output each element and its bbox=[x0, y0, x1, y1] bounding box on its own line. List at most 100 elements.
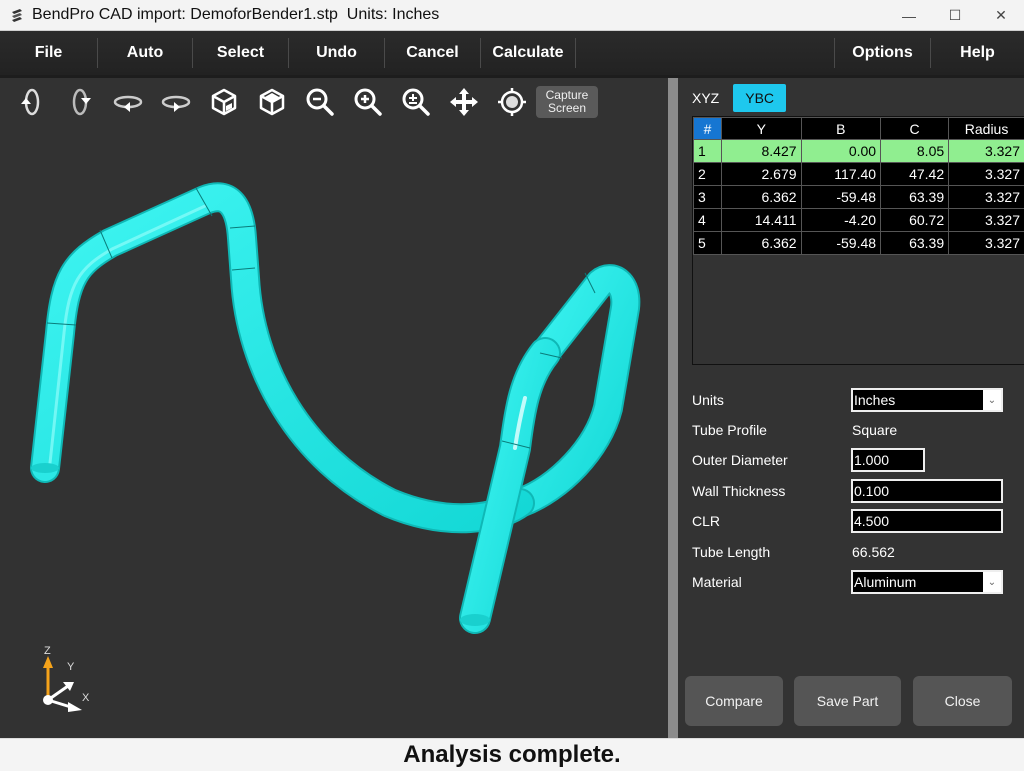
minimize-button[interactable]: — bbox=[886, 0, 932, 31]
menu-select[interactable]: Select bbox=[193, 31, 288, 75]
rotate-x-cw-icon bbox=[72, 88, 91, 116]
wall-thickness-input[interactable] bbox=[854, 483, 1001, 499]
column-header-radius[interactable]: Radius bbox=[948, 117, 1024, 140]
rotate-z-cw-icon bbox=[161, 95, 191, 112]
zoom-fit-button[interactable] bbox=[392, 84, 440, 120]
clr-field[interactable] bbox=[851, 509, 1003, 533]
3d-viewport[interactable]: Capture Screen Z Y X bbox=[0, 78, 668, 738]
center-view-icon bbox=[498, 88, 526, 116]
wall-thickness-field[interactable] bbox=[851, 479, 1003, 503]
cell-index[interactable]: 3 bbox=[693, 185, 722, 209]
rotate-x-ccw-button[interactable] bbox=[8, 84, 56, 120]
close-button[interactable]: Close bbox=[913, 676, 1012, 726]
rotate-x-cw-button[interactable] bbox=[56, 84, 104, 120]
units-value: Inches bbox=[854, 392, 896, 408]
outer-diameter-label: Outer Diameter bbox=[692, 452, 788, 468]
chevron-down-icon: ⌄ bbox=[983, 390, 1001, 410]
capture-label-line2: Screen bbox=[547, 101, 587, 115]
clr-input[interactable] bbox=[854, 513, 1001, 529]
cell-b[interactable]: -59.48 bbox=[800, 231, 882, 255]
cell-b[interactable]: -4.20 bbox=[800, 208, 882, 232]
menu-auto[interactable]: Auto bbox=[98, 31, 192, 75]
cell-index[interactable]: 5 bbox=[693, 231, 722, 255]
status-message: Analysis complete. bbox=[403, 741, 621, 768]
close-icon: ✕ bbox=[995, 7, 1007, 23]
clr-row: CLR bbox=[692, 509, 1012, 533]
zoom-in-button[interactable] bbox=[344, 84, 392, 120]
units-select[interactable]: Inches ⌄ bbox=[851, 388, 1003, 412]
properties-panel: XYZ YBC # Y B C Radius 1 8.427 0.00 8.05 bbox=[678, 78, 1024, 738]
maximize-button[interactable]: ☐ bbox=[932, 0, 978, 31]
view-top-button[interactable] bbox=[248, 84, 296, 120]
view-front-button[interactable] bbox=[200, 84, 248, 120]
menu-undo[interactable]: Undo bbox=[289, 31, 384, 75]
menu-file[interactable]: File bbox=[0, 31, 97, 75]
table-row[interactable]: 5 6.362 -59.48 63.39 3.327 bbox=[693, 231, 1024, 255]
cell-y[interactable]: 6.362 bbox=[721, 185, 802, 209]
cell-c[interactable]: 8.05 bbox=[880, 139, 950, 163]
capture-screen-button[interactable]: Capture Screen bbox=[536, 86, 598, 118]
cell-y[interactable]: 8.427 bbox=[721, 139, 802, 163]
status-bar: Analysis complete. bbox=[0, 738, 1024, 771]
cell-index[interactable]: 1 bbox=[693, 139, 722, 163]
table-row[interactable]: 2 2.679 117.40 47.42 3.327 bbox=[693, 162, 1024, 186]
cell-radius[interactable]: 3.327 bbox=[948, 139, 1024, 163]
cell-c[interactable]: 60.72 bbox=[880, 208, 950, 232]
menu-help[interactable]: Help bbox=[931, 31, 1024, 75]
cell-radius[interactable]: 3.327 bbox=[948, 231, 1024, 255]
tab-ybc[interactable]: YBC bbox=[733, 84, 787, 112]
column-header-b[interactable]: B bbox=[800, 117, 882, 140]
coordinate-tabs: XYZ YBC bbox=[678, 82, 787, 114]
splitter-handle[interactable] bbox=[668, 78, 678, 738]
column-header-y[interactable]: Y bbox=[721, 117, 802, 140]
panel-splitter[interactable] bbox=[668, 78, 678, 738]
rotate-z-ccw-icon bbox=[113, 95, 143, 112]
cell-index[interactable]: 2 bbox=[693, 162, 722, 186]
rotate-z-ccw-button[interactable] bbox=[104, 84, 152, 120]
zoom-out-button[interactable] bbox=[296, 84, 344, 120]
material-select[interactable]: Aluminum ⌄ bbox=[851, 570, 1003, 594]
material-value: Aluminum bbox=[854, 574, 917, 590]
menu-cancel[interactable]: Cancel bbox=[385, 31, 480, 75]
cell-b[interactable]: 0.00 bbox=[800, 139, 882, 163]
cell-c[interactable]: 63.39 bbox=[880, 185, 950, 209]
minimize-icon: — bbox=[902, 7, 916, 24]
save-part-button[interactable]: Save Part bbox=[794, 676, 901, 726]
outer-diameter-input[interactable] bbox=[854, 452, 923, 468]
table-row[interactable]: 1 8.427 0.00 8.05 3.327 bbox=[693, 139, 1024, 163]
pan-icon bbox=[450, 88, 478, 116]
tab-xyz[interactable]: XYZ bbox=[678, 84, 733, 112]
cell-index[interactable]: 4 bbox=[693, 208, 722, 232]
cell-radius[interactable]: 3.327 bbox=[948, 208, 1024, 232]
center-view-button[interactable] bbox=[488, 84, 536, 120]
pan-button[interactable] bbox=[440, 84, 488, 120]
close-window-button[interactable]: ✕ bbox=[978, 0, 1024, 31]
column-header-c[interactable]: C bbox=[880, 117, 950, 140]
tube-length-value: 66.562 bbox=[852, 544, 895, 560]
view-front-cube-icon bbox=[211, 88, 237, 116]
chevron-down-icon: ⌄ bbox=[983, 572, 1001, 592]
maximize-icon: ☐ bbox=[948, 7, 962, 23]
cell-y[interactable]: 6.362 bbox=[721, 231, 802, 255]
table-row[interactable]: 4 14.411 -4.20 60.72 3.327 bbox=[693, 208, 1024, 232]
menu-calculate[interactable]: Calculate bbox=[481, 31, 575, 75]
tube-profile-value: Square bbox=[852, 422, 898, 438]
tube-model[interactable] bbox=[0, 78, 668, 738]
cell-b[interactable]: 117.40 bbox=[800, 162, 882, 186]
cell-radius[interactable]: 3.327 bbox=[948, 162, 1024, 186]
outer-diameter-field[interactable] bbox=[851, 448, 925, 472]
cell-y[interactable]: 14.411 bbox=[721, 208, 802, 232]
cell-c[interactable]: 47.42 bbox=[880, 162, 950, 186]
outer-diameter-row: Outer Diameter bbox=[692, 448, 1012, 472]
cell-radius[interactable]: 3.327 bbox=[948, 185, 1024, 209]
cell-b[interactable]: -59.48 bbox=[800, 185, 882, 209]
table-row[interactable]: 3 6.362 -59.48 63.39 3.327 bbox=[693, 185, 1024, 209]
tube-profile-label: Tube Profile bbox=[692, 422, 767, 438]
menu-separator bbox=[575, 38, 576, 68]
cell-y[interactable]: 2.679 bbox=[721, 162, 802, 186]
menu-options[interactable]: Options bbox=[835, 31, 930, 75]
cell-c[interactable]: 63.39 bbox=[880, 231, 950, 255]
column-header-index[interactable]: # bbox=[693, 117, 722, 140]
rotate-z-cw-button[interactable] bbox=[152, 84, 200, 120]
compare-button[interactable]: Compare bbox=[685, 676, 783, 726]
